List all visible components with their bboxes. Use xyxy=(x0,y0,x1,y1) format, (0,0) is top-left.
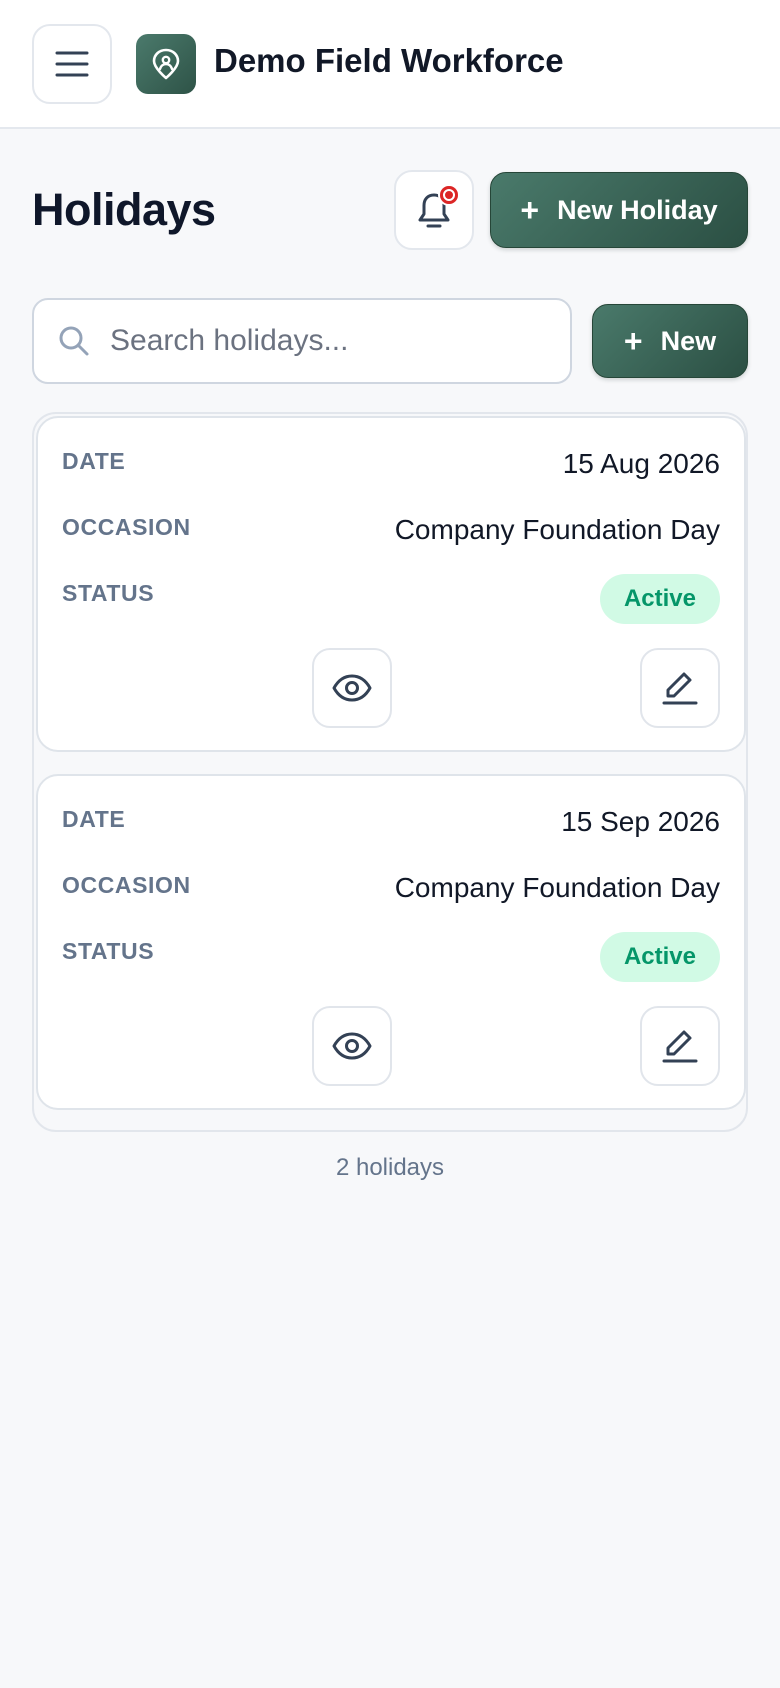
view-button[interactable] xyxy=(312,1006,392,1086)
status-badge: Active xyxy=(599,932,720,982)
location-pin-icon xyxy=(152,48,180,80)
plus-icon: + xyxy=(520,192,540,228)
holiday-occasion: Company Foundation Day xyxy=(394,872,720,903)
holiday-date: 15 Sep 2026 xyxy=(561,806,720,837)
occasion-label: OCCASION xyxy=(62,514,191,540)
search-icon xyxy=(59,326,89,356)
new-holiday-button[interactable]: + New Holiday xyxy=(490,172,748,248)
status-label: STATUS xyxy=(62,580,155,606)
notifications-button[interactable] xyxy=(394,170,474,250)
menu-icon xyxy=(55,51,89,77)
edit-button[interactable] xyxy=(640,1006,720,1086)
new-button-label: New xyxy=(660,325,717,356)
plus-icon: + xyxy=(623,323,643,359)
pencil-icon xyxy=(662,1030,698,1063)
status-badge: Active xyxy=(599,574,720,624)
new-holiday-label: New Holiday xyxy=(557,194,718,225)
holiday-date: 15 Aug 2026 xyxy=(562,448,720,479)
pencil-icon xyxy=(662,672,698,705)
search-field[interactable] xyxy=(32,298,572,384)
status-label: STATUS xyxy=(62,938,155,964)
occasion-label: OCCASION xyxy=(62,872,191,898)
view-button[interactable] xyxy=(312,648,392,728)
app-logo xyxy=(136,34,196,94)
search-input[interactable] xyxy=(110,324,540,358)
notification-badge xyxy=(438,184,460,206)
date-label: DATE xyxy=(62,806,126,832)
menu-button[interactable] xyxy=(32,24,112,104)
holiday-card: DATE 15 Sep 2026 OCCASION Company Founda… xyxy=(36,774,746,1110)
holiday-list: DATE 15 Aug 2026 OCCASION Company Founda… xyxy=(32,412,748,1132)
new-button[interactable]: + New xyxy=(592,304,748,378)
holiday-occasion: Company Foundation Day xyxy=(394,514,720,545)
app-name: Demo Field Workforce xyxy=(214,42,564,79)
holiday-count: 2 holidays xyxy=(335,1154,445,1181)
eye-icon xyxy=(332,674,372,702)
holiday-card: DATE 15 Aug 2026 OCCASION Company Founda… xyxy=(36,416,746,752)
top-app-bar: Demo Field Workforce xyxy=(0,0,780,129)
date-label: DATE xyxy=(62,448,126,474)
edit-button[interactable] xyxy=(640,648,720,728)
eye-icon xyxy=(332,1032,372,1060)
page-title: Holidays xyxy=(32,184,216,235)
